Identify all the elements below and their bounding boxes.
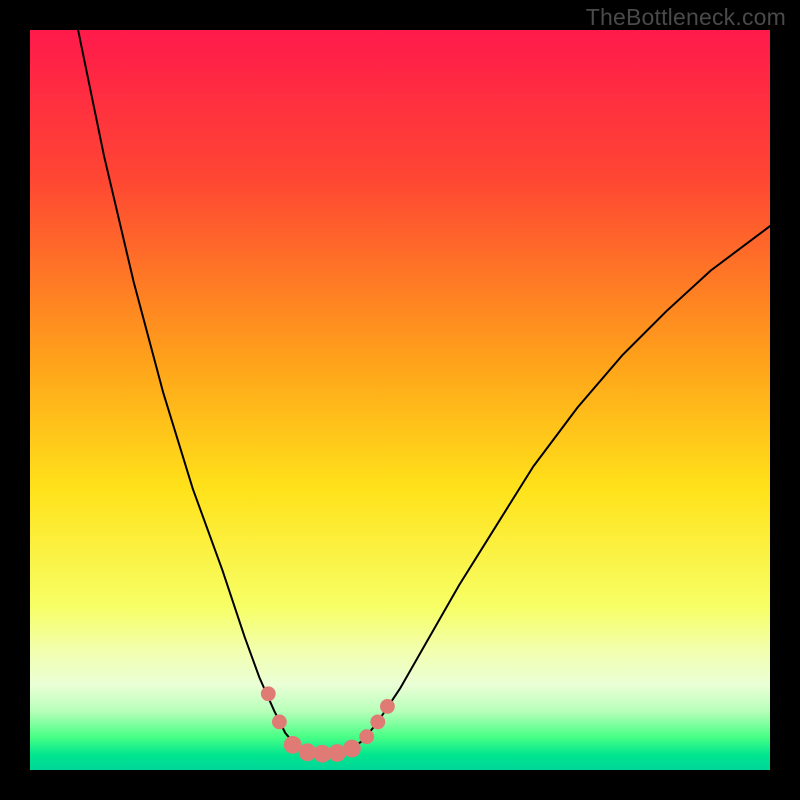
chart-svg [30, 30, 770, 770]
trough-marker [261, 686, 276, 701]
plot-area [30, 30, 770, 770]
gradient-background [30, 30, 770, 770]
trough-marker [370, 715, 385, 730]
trough-marker [343, 740, 361, 758]
trough-marker [272, 715, 287, 730]
trough-marker [359, 729, 374, 744]
trough-marker [380, 699, 395, 714]
chart-frame: TheBottleneck.com [0, 0, 800, 800]
watermark-text: TheBottleneck.com [586, 4, 786, 31]
